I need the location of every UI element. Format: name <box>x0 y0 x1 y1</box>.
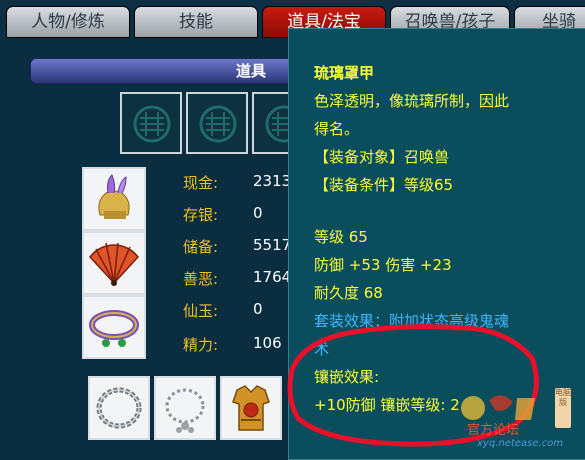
chain-icon <box>96 387 142 429</box>
set-effect: 套装效果：附加状态高级鬼魂 <box>314 312 510 330</box>
knot-pattern-icon <box>133 105 171 143</box>
tab-character[interactable]: 人物/修炼 <box>6 6 130 38</box>
inlay-title: 镶嵌效果: <box>314 368 380 386</box>
tab-skills[interactable]: 技能 <box>134 6 258 38</box>
empty-slot[interactable] <box>186 92 248 154</box>
svg-text:官方论坛: 官方论坛 <box>467 422 519 436</box>
inlay-value: +10防御 镶嵌等级: 2 <box>314 396 460 414</box>
inventory-slot[interactable] <box>88 376 150 440</box>
item-durability: 耐久度 68 <box>314 284 383 302</box>
version-badge: 电脑版 <box>555 388 571 428</box>
empty-slot[interactable] <box>120 92 182 154</box>
ring-icon <box>89 310 139 347</box>
equipment-slot-weapon[interactable] <box>82 231 146 295</box>
item-description-line: 色泽透明，像琉璃所制，因此 <box>314 92 510 110</box>
equip-target: 【装备对象】召唤兽 <box>314 148 450 166</box>
equipment-slot-accessory[interactable] <box>82 295 146 359</box>
equip-condition: 【装备条件】等级65 <box>314 176 454 194</box>
item-level: 等级 65 <box>314 228 368 246</box>
item-name: 琉璃罩甲 <box>314 64 375 82</box>
knot-pattern-icon <box>199 105 237 143</box>
watermark-logo: 官方论坛 电脑版 xyq.netease.com <box>455 380 585 460</box>
fan-icon <box>89 242 139 286</box>
armor-icon <box>232 385 270 431</box>
equipment-slot-helmet[interactable] <box>82 167 146 231</box>
beaded-chain-icon <box>165 388 205 433</box>
inventory-slot[interactable] <box>154 376 216 440</box>
inventory-slot[interactable] <box>220 376 282 440</box>
game-logo-icon: 官方论坛 <box>461 395 535 436</box>
item-description-line: 得名。 <box>314 120 360 138</box>
set-effect-continued: 术 <box>314 340 330 358</box>
helmet-icon <box>98 174 130 219</box>
watermark-url: xyq.netease.com <box>477 438 563 449</box>
item-attributes: 防御 +53 伤害 +23 <box>314 256 452 274</box>
